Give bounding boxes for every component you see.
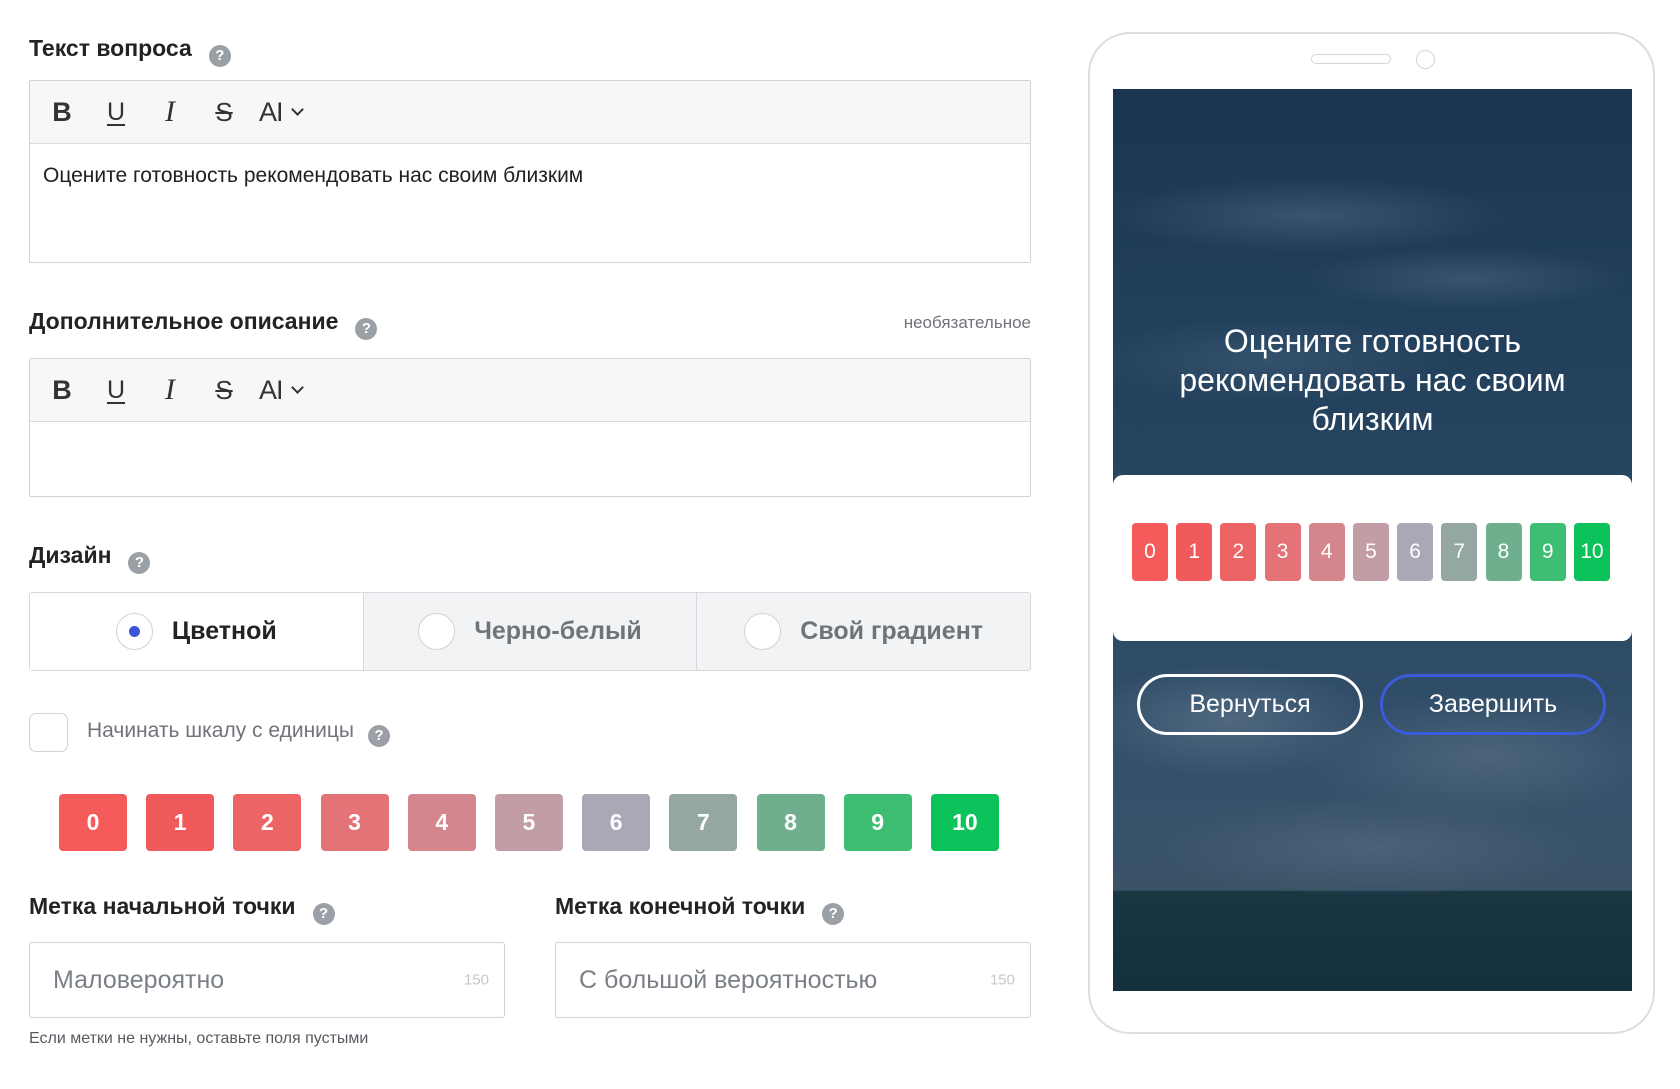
start-from-one-checkbox[interactable] xyxy=(29,713,68,752)
scale-point-8: 8 xyxy=(756,794,825,851)
preview-scale-point-8[interactable]: 8 xyxy=(1485,523,1522,581)
scale-point-0: 0 xyxy=(59,794,127,851)
end-point-field: 150 xyxy=(555,942,1031,1018)
design-option-label: Свой градиент xyxy=(800,617,984,645)
font-size-button[interactable]: AI xyxy=(259,375,304,405)
question-label-row: Текст вопроса ? xyxy=(29,34,231,67)
scale-point-4: 4 xyxy=(407,794,476,851)
strikethrough-button[interactable]: S xyxy=(197,375,251,405)
font-size-icon: AI xyxy=(259,97,283,127)
radio-button[interactable] xyxy=(115,613,153,650)
end-label-row: Метка конечной точки ? xyxy=(555,892,845,925)
question-label: Текст вопроса xyxy=(29,35,192,61)
phone-camera xyxy=(1416,50,1435,69)
phone-speaker xyxy=(1311,54,1391,64)
design-label: Дизайн xyxy=(29,542,112,568)
radio-button[interactable] xyxy=(744,613,782,650)
preview-scale: 0 1 2 3 4 5 6 7 8 9 10 xyxy=(1132,523,1610,581)
preview-scale-point-6[interactable]: 6 xyxy=(1397,523,1434,581)
formatting-toolbar: B U I S AI xyxy=(30,81,1030,144)
help-icon[interactable]: ? xyxy=(312,903,335,925)
scale-point-10: 10 xyxy=(930,794,999,851)
start-label-row: Метка начальной точки ? xyxy=(29,892,335,925)
start-point-field: 150 xyxy=(29,942,505,1018)
optional-note: необязательное xyxy=(903,313,1031,332)
preview-scale-point-9[interactable]: 9 xyxy=(1529,523,1566,581)
radio-selected-dot xyxy=(128,626,140,637)
char-counter: 150 xyxy=(989,971,1015,989)
description-editor: B U I S AI xyxy=(29,358,1031,497)
preview-scale-point-5[interactable]: 5 xyxy=(1352,523,1389,581)
description-label-row: Дополнительное описание ? xyxy=(29,307,378,340)
scale-preview: 0 1 2 3 4 5 6 7 8 9 10 xyxy=(59,794,999,851)
chevron-down-icon xyxy=(290,102,304,116)
scale-point-3: 3 xyxy=(320,794,389,851)
preview-scale-card: 0 1 2 3 4 5 6 7 8 9 10 xyxy=(1113,475,1632,641)
preview-scale-point-4[interactable]: 4 xyxy=(1308,523,1345,581)
start-from-one-label-row: Начинать шкалу с единицы ? xyxy=(87,718,391,747)
design-label-row: Дизайн ? xyxy=(29,541,151,574)
bold-button[interactable]: B xyxy=(35,97,89,127)
scale-point-6: 6 xyxy=(582,794,651,851)
start-from-one-label: Начинать шкалу с единицы xyxy=(87,719,355,742)
design-option-label: Черно-белый xyxy=(474,617,642,645)
question-editor-page: Текст вопроса ? B U I S AI Оцените готов… xyxy=(0,0,1680,1089)
char-counter: 150 xyxy=(463,971,489,989)
design-option-color[interactable]: Цветной xyxy=(30,593,363,670)
italic-button[interactable]: I xyxy=(143,375,197,405)
bold-button[interactable]: B xyxy=(35,375,89,405)
design-option-label: Цветной xyxy=(171,617,277,645)
underline-button[interactable]: U xyxy=(89,375,143,405)
preview-question-title: Оцените готовность рекомендовать нас сво… xyxy=(1179,323,1566,437)
preview-scale-point-0[interactable]: 0 xyxy=(1132,523,1168,581)
help-icon[interactable]: ? xyxy=(822,903,845,925)
scale-point-2: 2 xyxy=(233,794,302,851)
preview-scale-point-1[interactable]: 1 xyxy=(1176,523,1213,581)
mobile-preview-frame: Оцените готовность рекомендовать нас сво… xyxy=(1088,32,1655,1034)
back-button[interactable]: Вернуться xyxy=(1137,674,1363,735)
strikethrough-button[interactable]: S xyxy=(197,97,251,127)
preview-scale-point-2[interactable]: 2 xyxy=(1220,523,1257,581)
font-size-icon: AI xyxy=(259,375,283,405)
help-icon[interactable]: ? xyxy=(128,552,151,574)
description-text-input[interactable] xyxy=(30,422,1030,460)
preview-scale-point-10[interactable]: 10 xyxy=(1573,523,1610,581)
design-option-monochrome[interactable]: Черно-белый xyxy=(362,593,697,670)
labels-hint: Если метки не нужны, оставьте поля пусты… xyxy=(29,1030,369,1047)
radio-button[interactable] xyxy=(418,613,456,650)
start-point-label: Метка начальной точки xyxy=(29,893,296,919)
description-label: Дополнительное описание xyxy=(29,308,339,334)
help-icon[interactable]: ? xyxy=(368,725,391,747)
help-icon[interactable]: ? xyxy=(355,318,378,340)
preview-scale-point-7[interactable]: 7 xyxy=(1441,523,1478,581)
formatting-toolbar: B U I S AI xyxy=(30,359,1030,422)
design-option-custom-gradient[interactable]: Свой градиент xyxy=(696,593,1030,670)
scale-point-7: 7 xyxy=(669,794,738,851)
design-selector: Цветной Черно-белый Свой градиент xyxy=(29,592,1031,671)
italic-button[interactable]: I xyxy=(143,97,197,127)
preview-screen: Оцените готовность рекомендовать нас сво… xyxy=(1113,89,1632,991)
underline-button[interactable]: U xyxy=(89,97,143,127)
preview-scale-point-3[interactable]: 3 xyxy=(1264,523,1301,581)
start-point-input[interactable] xyxy=(30,943,504,1017)
scale-point-1: 1 xyxy=(146,794,215,851)
end-point-input[interactable] xyxy=(556,943,1030,1017)
finish-button[interactable]: Завершить xyxy=(1380,674,1606,735)
question-text-input[interactable]: Оцените готовность рекомендовать нас сво… xyxy=(30,144,1030,208)
font-size-button[interactable]: AI xyxy=(259,97,304,127)
help-icon[interactable]: ? xyxy=(208,45,231,67)
question-editor: B U I S AI Оцените готовность рекомендов… xyxy=(29,80,1031,263)
chevron-down-icon xyxy=(290,380,304,394)
scale-point-9: 9 xyxy=(843,794,912,851)
scale-point-5: 5 xyxy=(494,794,563,851)
end-point-label: Метка конечной точки xyxy=(555,893,806,919)
